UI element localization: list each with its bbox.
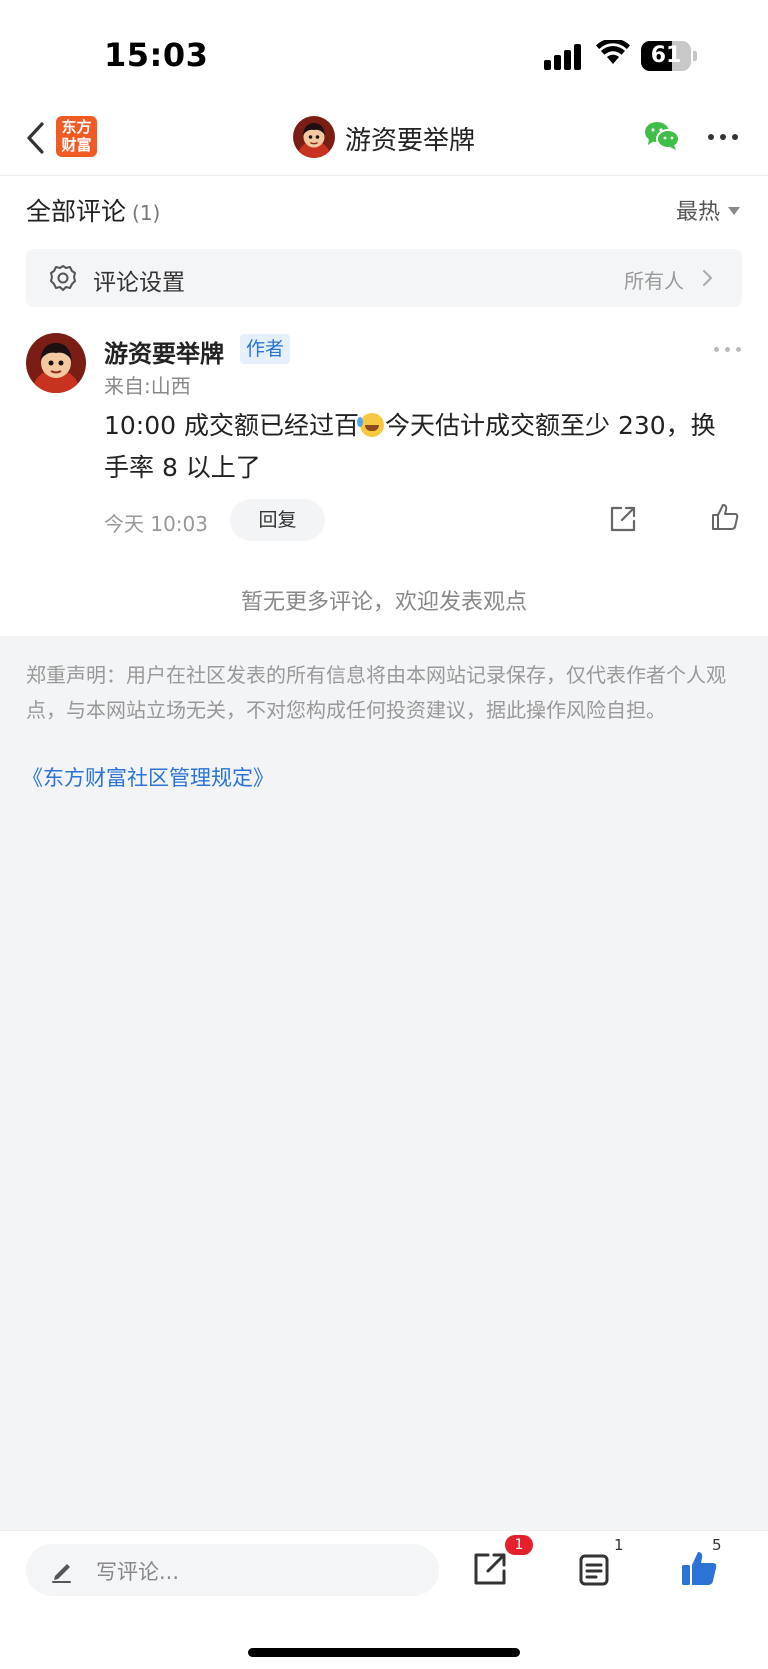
author-badge: 作者 [240, 334, 291, 364]
disclaimer-text: 郑重声明：用户在社区发表的所有信息将由本网站记录保存，仅代表作者个人观点，与本网… [26, 663, 726, 722]
gear-icon [50, 265, 76, 291]
thumbs-up-icon[interactable] [710, 502, 740, 532]
comment-placeholder: 写评论... [96, 1560, 180, 1584]
chevron-right-icon [703, 270, 712, 286]
logo-line1: 东方 [61, 118, 92, 136]
comment-location: 来自:山西 [104, 374, 191, 398]
battery-percent: 61 [650, 43, 682, 68]
like-count: 5 [712, 1536, 722, 1554]
laughing-crying-emoji-icon [357, 413, 384, 437]
sort-dropdown[interactable]: 最热 [676, 194, 740, 226]
wechat-share-icon[interactable] [644, 120, 680, 152]
caret-down-icon [728, 207, 740, 215]
back-icon[interactable] [22, 118, 50, 158]
bottom-bar: 写评论... 1 1 5 [0, 1530, 768, 1669]
share-post-icon[interactable] [472, 1551, 508, 1587]
more-options-icon[interactable] [708, 134, 738, 142]
comments-list-icon[interactable] [578, 1553, 610, 1587]
reply-button[interactable]: 回复 [230, 499, 325, 541]
comment-input[interactable]: 写评论... [26, 1544, 439, 1596]
comments-count: (1) [132, 201, 161, 225]
home-indicator [248, 1648, 520, 1657]
status-time: 15:03 [104, 36, 209, 74]
battery-icon: 61 [641, 41, 697, 71]
logo-line2: 财富 [61, 136, 92, 154]
comments-section-title: 全部评论 (1) [26, 192, 160, 228]
wifi-icon [596, 40, 630, 64]
app-logo[interactable]: 东方 财富 [56, 116, 97, 157]
status-bar: 15:03 61 [0, 0, 768, 100]
comment-more-icon[interactable] [714, 347, 742, 353]
share-badge: 1 [505, 1535, 533, 1555]
comment-text-part1: 10:00 成交额已经过百 [104, 411, 359, 440]
comments-count-badge: 1 [614, 1536, 624, 1554]
no-more-comments-text: 暂无更多评论，欢迎发表观点 [240, 590, 527, 615]
thumbs-up-filled-icon[interactable] [680, 1549, 718, 1587]
sort-label: 最热 [675, 200, 720, 225]
cellular-signal-icon [544, 44, 584, 70]
settings-value: 所有人 [624, 269, 684, 293]
comment-avatar[interactable] [26, 333, 86, 393]
comment-settings-row[interactable]: 评论设置 所有人 [26, 249, 742, 307]
page-title: 游资要举牌 [345, 126, 476, 156]
comment-time: 今天 10:03 [104, 512, 208, 536]
nav-bar: 东方 财富 游资要举牌 [0, 100, 768, 176]
comment-author[interactable]: 游资要举牌 [104, 334, 224, 369]
share-icon[interactable] [608, 504, 638, 534]
comments-title: 全部评论 [26, 197, 127, 226]
community-rules-link[interactable]: 《东方财富社区管理规定》 [22, 762, 274, 792]
settings-label: 评论设置 [93, 270, 185, 296]
author-avatar-small[interactable] [293, 116, 335, 158]
pen-icon [52, 1564, 71, 1583]
comment-text: 10:00 成交额已经过百 今天估计成交额至少 230，换手率 8 以上了 [104, 405, 734, 489]
